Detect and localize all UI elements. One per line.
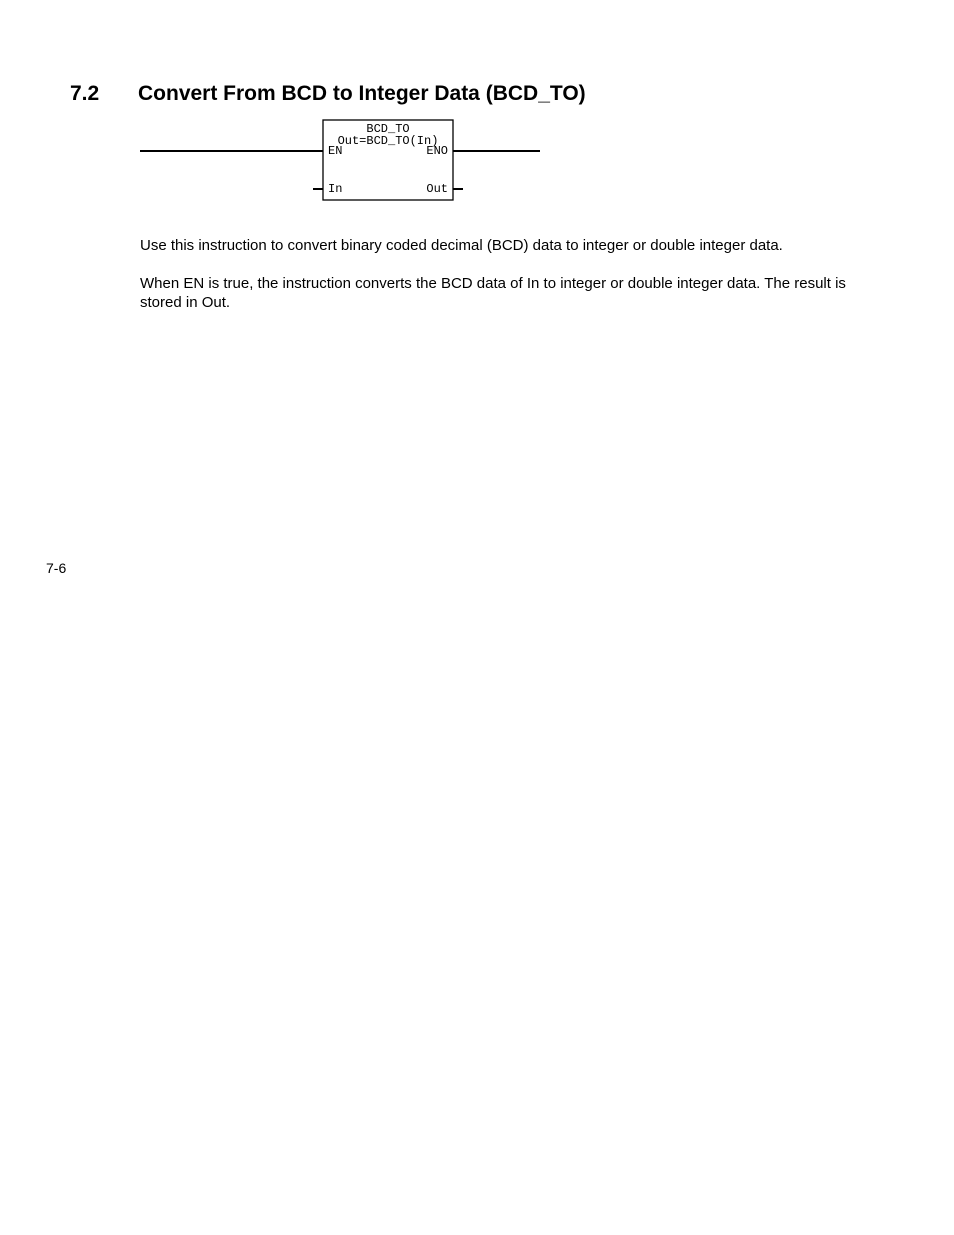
block-expr: Out=BCD_TO(In) bbox=[338, 134, 439, 148]
section-heading: 7.2 Convert From BCD to Integer Data (BC… bbox=[70, 82, 586, 106]
paragraph-2: When EN is true, the instruction convert… bbox=[140, 275, 850, 313]
section-title: Convert From BCD to Integer Data (BCD_TO… bbox=[138, 82, 586, 106]
block-en-label: EN bbox=[328, 144, 342, 158]
page-number: 7-6 bbox=[46, 560, 66, 576]
section-number: 7.2 bbox=[70, 82, 138, 106]
block-eno-label: ENO bbox=[426, 144, 448, 158]
function-block-diagram: BCD_TO Out=BCD_TO(In) EN ENO In Out bbox=[140, 117, 940, 212]
block-in-label: In bbox=[328, 182, 342, 196]
paragraph-1: Use this instruction to convert binary c… bbox=[140, 237, 850, 256]
block-out-label: Out bbox=[426, 182, 448, 196]
document-page: 7.2 Convert From BCD to Integer Data (BC… bbox=[0, 0, 954, 1235]
